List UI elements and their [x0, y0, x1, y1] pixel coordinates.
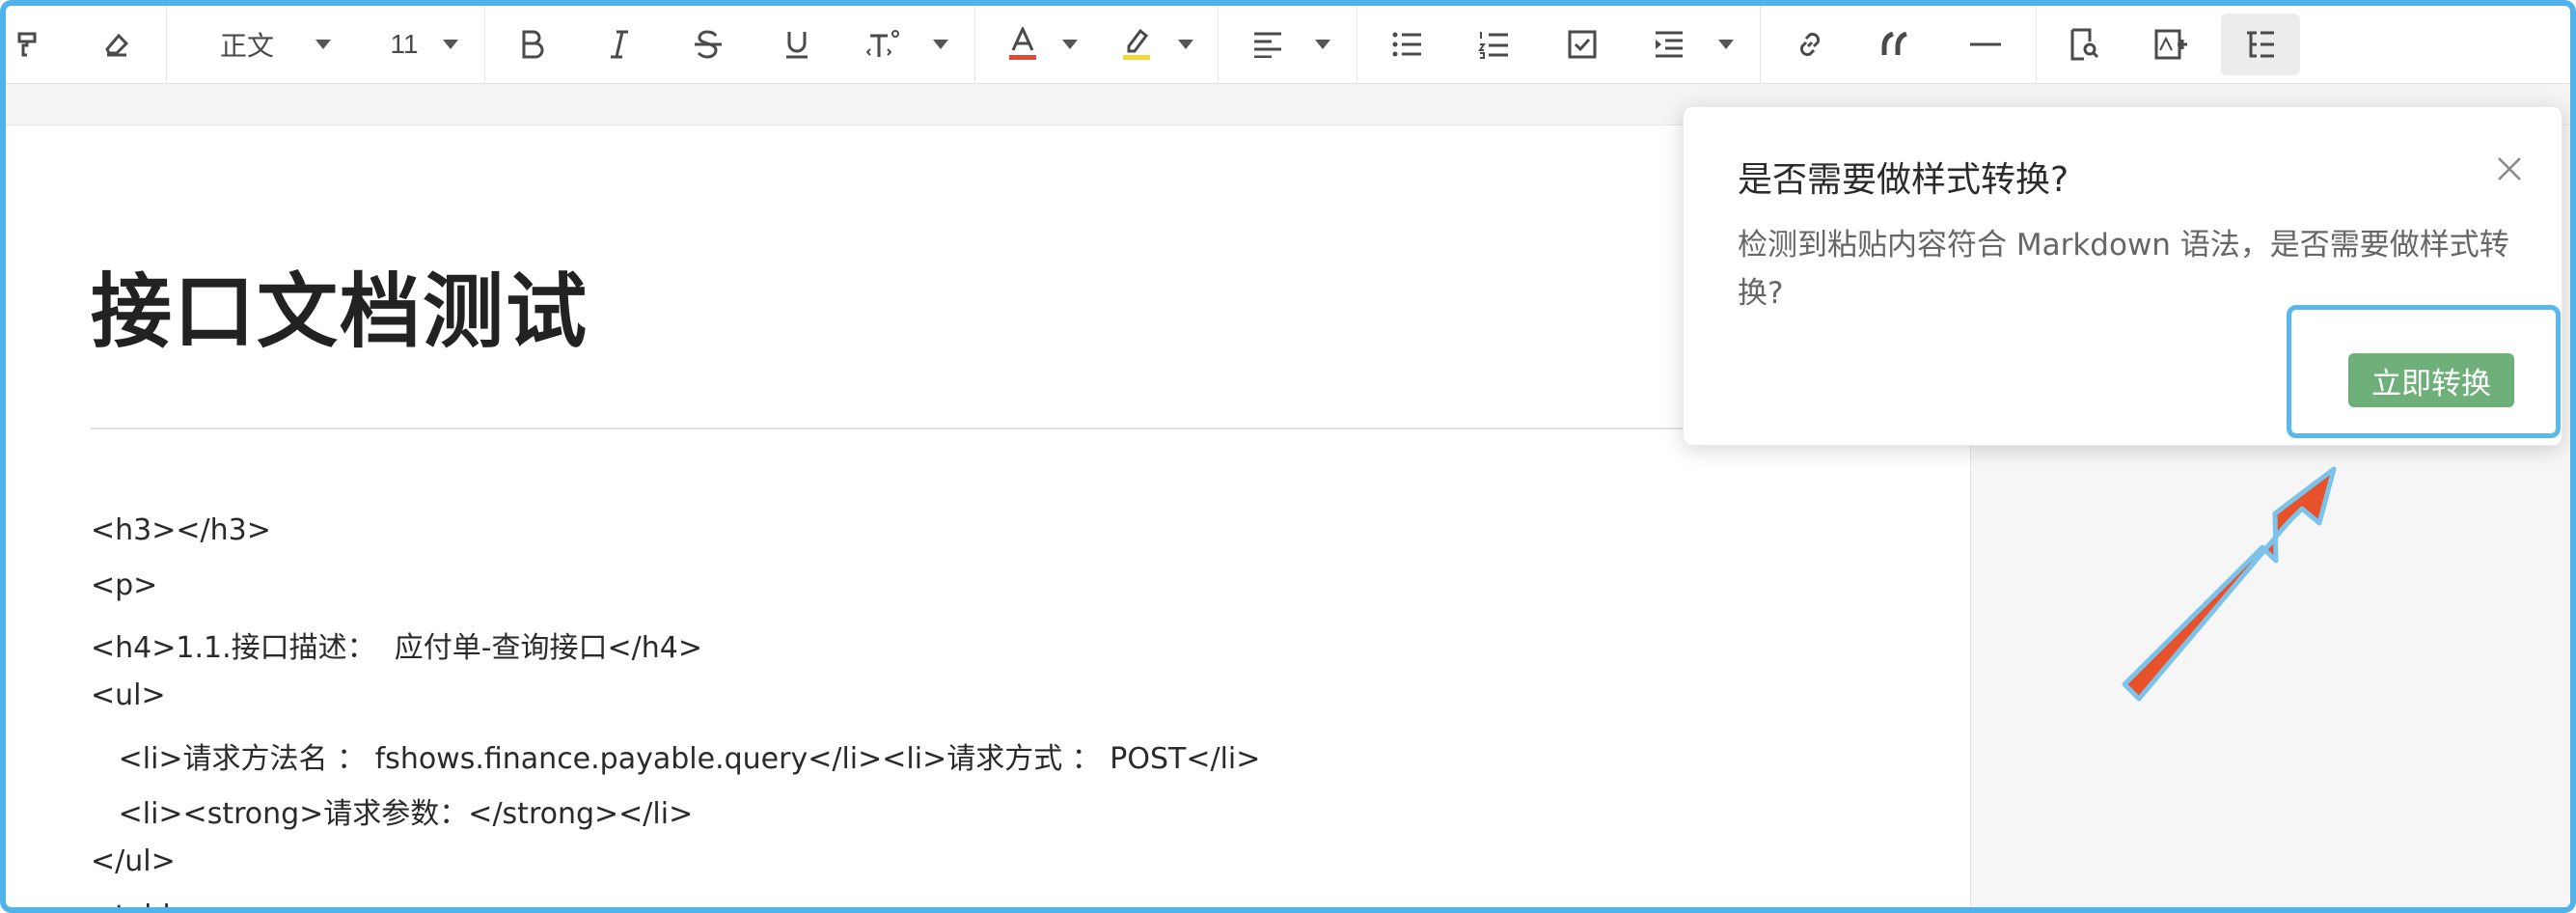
chevron-down-icon[interactable] — [930, 14, 951, 75]
numbered-list-icon[interactable] — [1474, 14, 1513, 75]
document-line[interactable]: <h4>1.1.接口描述： 应付单-查询接口</h4> — [91, 623, 702, 666]
dialog-title: 是否需要做样式转换? — [1738, 160, 2069, 200]
outline-toggle-icon[interactable] — [2221, 14, 2300, 75]
toolbar-separator — [484, 6, 485, 83]
close-icon[interactable] — [2490, 150, 2529, 188]
toolbar-separator — [1218, 6, 1219, 83]
align-left-icon[interactable] — [1248, 14, 1287, 75]
toolbar-separator — [974, 6, 975, 83]
document-line[interactable]: </ul> — [91, 844, 176, 878]
dialog-message: 检测到粘贴内容符合 Markdown 语法，是否需要做样式转换? — [1738, 228, 2509, 311]
horizontal-rule-icon[interactable] — [1968, 14, 2003, 75]
chevron-down-icon[interactable] — [1059, 14, 1081, 75]
highlight-annotation-box — [2287, 305, 2561, 438]
toolbar: 正文 11 — [6, 6, 2570, 84]
document-line[interactable]: <table> — [91, 899, 212, 907]
editor-window: 正文 11 接口文档测试 <h3></h3> <p> <h4>1.1.接口描述：… — [0, 0, 2576, 913]
document-title[interactable]: 接口文档测试 — [91, 247, 589, 364]
font-size-select[interactable]: 11 — [380, 14, 428, 75]
toolbar-separator — [166, 6, 167, 83]
superscript-icon[interactable] — [863, 14, 907, 75]
chevron-down-icon[interactable] — [1175, 14, 1196, 75]
document-line[interactable]: <li>请求方法名 ： fshows.finance.payable.query… — [91, 734, 1261, 777]
bullet-list-icon[interactable] — [1387, 14, 1426, 75]
document-search-icon[interactable] — [2065, 14, 2103, 75]
highlight-color-icon[interactable] — [1117, 14, 1156, 75]
document-line[interactable]: <h3></h3> — [91, 513, 271, 547]
paragraph-style-label: 正文 — [219, 31, 274, 61]
document-line[interactable]: <ul> — [91, 678, 166, 712]
font-color-icon[interactable] — [1003, 14, 1042, 75]
font-size-label: 11 — [390, 29, 419, 59]
quote-icon[interactable] — [1877, 14, 1916, 75]
chevron-down-icon[interactable] — [313, 14, 334, 75]
link-icon[interactable] — [1791, 14, 1829, 75]
chevron-down-icon[interactable] — [1312, 14, 1333, 75]
bold-icon[interactable] — [513, 14, 552, 75]
chevron-down-icon[interactable] — [440, 14, 461, 75]
strikethrough-icon[interactable] — [687, 14, 729, 75]
document-line[interactable]: <p> — [91, 568, 157, 602]
document-line[interactable]: <li><strong>请求参数：</strong></li> — [91, 789, 694, 832]
paragraph-style-select[interactable]: 正文 — [208, 14, 286, 75]
clear-format-icon[interactable] — [93, 14, 141, 75]
italic-icon[interactable] — [600, 14, 639, 75]
underline-icon[interactable] — [778, 14, 816, 75]
indent-icon[interactable] — [1650, 14, 1688, 75]
toolbar-separator — [2036, 6, 2037, 83]
format-painter-icon[interactable] — [10, 14, 48, 75]
checkbox-list-icon[interactable] — [1563, 14, 1602, 75]
toolbar-separator — [1760, 6, 1761, 83]
chevron-down-icon[interactable] — [1715, 14, 1737, 75]
insert-image-icon[interactable] — [2151, 14, 2190, 75]
